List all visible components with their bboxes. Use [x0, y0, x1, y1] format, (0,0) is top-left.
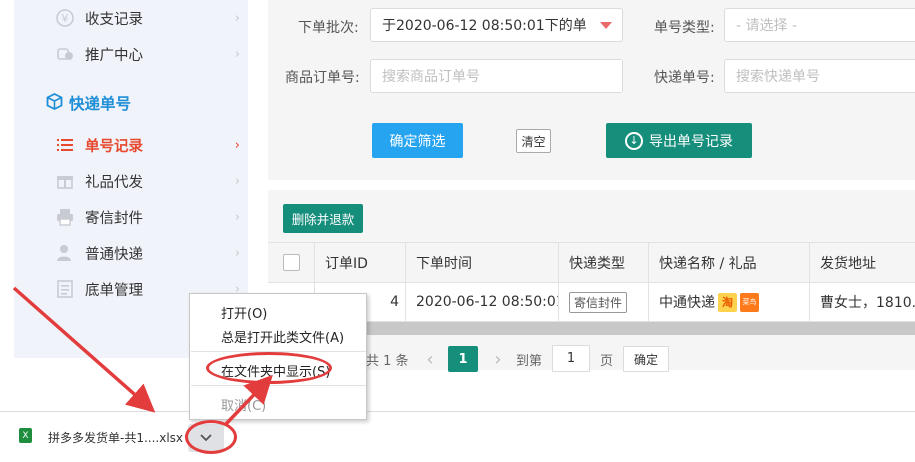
coins-icon [54, 43, 76, 65]
order-search-placeholder: 搜索商品订单号 [382, 69, 480, 85]
table-header: 订单ID 下单时间 快递类型 快递名称 / 礼品 发货地址 [268, 242, 915, 283]
sidebar-item-gift[interactable]: 礼品代发 › [54, 169, 240, 193]
menu-item-always-open[interactable]: 总是打开此类文件(A) [221, 327, 344, 346]
goto-label: 到第 [516, 354, 543, 369]
printer-icon [54, 206, 76, 228]
sidebar-item-label: 收支记录 [85, 11, 143, 28]
sidebar-item-letter[interactable]: 寄信封件 › [54, 205, 240, 229]
caret-down-icon [600, 22, 612, 29]
list-icon [54, 134, 76, 156]
yen-icon: ¥ [54, 7, 76, 29]
chevron-right-icon: › [234, 137, 240, 153]
column-header[interactable]: 发货地址 [809, 243, 915, 282]
type-select-placeholder: - 请选择 - [736, 18, 798, 34]
chevron-right-icon: › [234, 245, 240, 261]
column-header[interactable]: 快递名称 / 礼品 [648, 243, 809, 282]
sidebar-item-label: 推广中心 [85, 47, 143, 64]
confirm-filter-button[interactable]: 确定筛选 [372, 123, 463, 158]
page-1-button[interactable]: 1 [448, 346, 478, 372]
section-title-express: 快递单号 [46, 92, 131, 114]
gift-icon [54, 170, 76, 192]
order-time-cell: 2020-06-12 08:50:01 [405, 283, 558, 321]
select-all-checkbox[interactable] [282, 254, 300, 271]
menu-item-open[interactable]: 打开(O) [221, 303, 267, 322]
sidebar-item-label: 寄信封件 [85, 210, 143, 227]
select-all-cell [268, 243, 314, 282]
column-header[interactable]: 下单时间 [405, 243, 558, 282]
taobao-icon: 淘 [718, 292, 737, 312]
goto-page-input[interactable]: 1 [552, 345, 590, 372]
pagination-total: 共 1 条 [366, 354, 409, 369]
batch-label: 下单批次: [298, 20, 359, 36]
type-select[interactable]: - 请选择 - [724, 8, 915, 42]
sidebar-item-regular-express[interactable]: 普通快递 › [54, 241, 240, 265]
express-type-tag: 寄信封件 [569, 291, 628, 313]
prev-page-button[interactable]: ‹ [420, 346, 440, 372]
chevron-right-icon: › [234, 173, 240, 189]
sidebar-item-label: 普通快递 [85, 246, 143, 263]
chevron-right-icon: › [234, 209, 240, 225]
sidebar-item-income[interactable]: ¥ 收支记录 › [54, 6, 240, 30]
delete-refund-button[interactable]: 删除并退款 [283, 204, 363, 233]
batch-select[interactable]: 于2020-06-12 08:50:01下的单 [370, 8, 623, 42]
annotation-circle-show-in-folder [206, 352, 332, 384]
column-header[interactable]: 快递类型 [558, 243, 648, 282]
tracking-label: 快递单号: [654, 70, 715, 86]
menu-separator [191, 385, 366, 386]
courier-name: 中通快递 [659, 295, 715, 311]
page-unit-label: 页 [600, 354, 614, 369]
cloud-download-icon: ↓ [625, 131, 643, 150]
download-file-name[interactable]: 拼多多发货单-共1....xlsx [48, 429, 183, 446]
type-label: 单号类型: [654, 20, 715, 36]
menu-item-cancel[interactable]: 取消(C) [221, 395, 266, 414]
cube-icon [46, 92, 63, 114]
next-page-button[interactable]: › [488, 346, 508, 372]
sidebar-item-promotion[interactable]: 推广中心 › [54, 42, 240, 66]
chevron-right-icon: › [234, 46, 240, 62]
order-label: 商品订单号: [285, 70, 360, 86]
export-records-button[interactable]: ↓ 导出单号记录 [606, 123, 752, 158]
batch-select-value: 于2020-06-12 08:50:01下的单 [382, 18, 587, 34]
address-cell: 曹女士，1810... [809, 283, 915, 321]
clear-button[interactable]: 清空 [516, 129, 551, 153]
tracking-search-placeholder: 搜索快递单号 [736, 69, 820, 85]
sidebar-item-tracking-records[interactable]: 单号记录 › [54, 133, 240, 157]
svg-text:¥: ¥ [62, 12, 69, 25]
order-search-input[interactable]: 搜索商品订单号 [370, 59, 623, 93]
chevron-right-icon: › [234, 10, 240, 26]
column-header[interactable]: 订单ID [314, 243, 405, 282]
express-type-cell: 寄信封件 [558, 283, 648, 321]
goto-confirm-button[interactable]: 确定 [623, 346, 669, 372]
cainiao-icon: 菜鸟 [740, 292, 759, 312]
document-icon [54, 278, 76, 300]
sidebar-item-label: 单号记录 [85, 138, 143, 155]
person-icon [54, 242, 76, 264]
tracking-search-input[interactable]: 搜索快递单号 [724, 59, 915, 93]
export-records-label: 导出单号记录 [649, 133, 733, 150]
courier-cell: 中通快递 淘 菜鸟 [648, 283, 809, 321]
sidebar-item-label: 底单管理 [85, 282, 143, 299]
annotation-circle-chevron [185, 420, 237, 454]
sidebar-item-label: 礼品代发 [85, 174, 143, 191]
excel-icon: X [19, 428, 32, 443]
